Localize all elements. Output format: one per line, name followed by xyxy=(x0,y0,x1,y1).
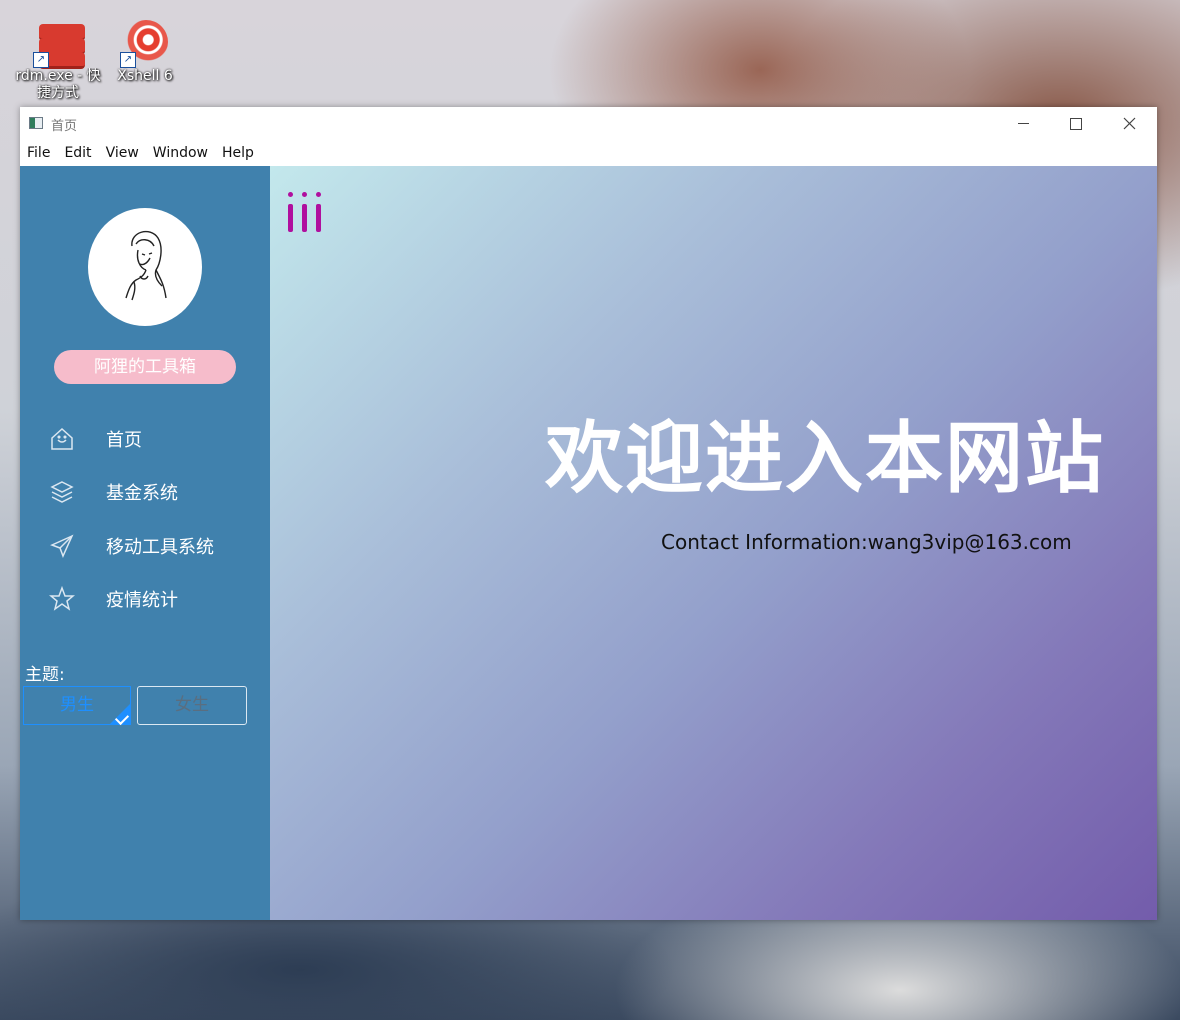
menu-window[interactable]: Window xyxy=(146,140,215,166)
window-title: 首页 xyxy=(51,119,78,134)
home-icon xyxy=(48,425,76,453)
menu-bar: File Edit View Window Help xyxy=(20,140,1157,166)
sidebar-item-label: 首页 xyxy=(106,430,142,451)
window-content: 阿狸的工具箱 首页 基金系统 移动工具系统 疫情统计 主题: 男生 女生 欢迎进… xyxy=(20,166,1157,920)
avatar[interactable] xyxy=(88,208,202,326)
sidebar-item-label: 基金系统 xyxy=(106,483,178,504)
desktop-icon-rdm[interactable]: ↗ rdm.exe - 快捷方式 xyxy=(13,18,103,102)
theme-label: 主题: xyxy=(25,665,65,685)
sidebar: 阿狸的工具箱 首页 基金系统 移动工具系统 疫情统计 主题: 男生 女生 xyxy=(20,166,270,920)
desktop-icon-label: rdm.exe - 快捷方式 xyxy=(15,68,101,101)
minimize-button[interactable] xyxy=(997,107,1049,140)
app-icon xyxy=(29,117,43,129)
sidebar-item-epidemic[interactable]: 疫情统计 xyxy=(48,581,248,617)
sidebar-item-home[interactable]: 首页 xyxy=(48,421,248,457)
brand-pill[interactable]: 阿狸的工具箱 xyxy=(54,350,236,384)
maximize-button[interactable] xyxy=(1050,107,1102,140)
redis-icon: ↗ xyxy=(31,18,85,69)
main-panel: 欢迎进入本网站 Contact Information:wang3vip@163… xyxy=(270,166,1157,920)
xshell-icon: ↗ xyxy=(118,18,172,68)
welcome-title: 欢迎进入本网站 xyxy=(544,414,1105,504)
contact-info: Contact Information:wang3vip@163.com xyxy=(661,530,1072,554)
title-bar[interactable]: 首页 xyxy=(20,107,1157,140)
close-icon xyxy=(1123,117,1135,130)
menu-view[interactable]: View xyxy=(99,140,146,166)
maximize-icon xyxy=(1070,117,1082,130)
desktop-icon-xshell[interactable]: ↗ Xshell 6 xyxy=(100,18,190,84)
menu-toggle-icon[interactable] xyxy=(287,190,327,236)
sidebar-item-label: 疫情统计 xyxy=(106,590,178,611)
theme-option-label: 男生 xyxy=(60,695,94,715)
sidebar-item-label: 移动工具系统 xyxy=(106,537,214,558)
star-icon xyxy=(48,585,76,613)
close-button[interactable] xyxy=(1103,107,1155,140)
layers-icon xyxy=(48,478,76,506)
minimize-icon xyxy=(1017,123,1029,124)
shortcut-arrow-icon: ↗ xyxy=(120,52,136,68)
theme-option-girl[interactable]: 女生 xyxy=(137,686,247,725)
desktop-icon-label: Xshell 6 xyxy=(117,68,173,84)
theme-option-label: 女生 xyxy=(175,695,209,715)
menu-file[interactable]: File xyxy=(20,140,57,166)
sidebar-item-fund[interactable]: 基金系统 xyxy=(48,474,248,510)
girl-avatar-icon xyxy=(125,230,167,301)
theme-option-boy[interactable]: 男生 xyxy=(23,686,131,726)
send-icon xyxy=(48,532,76,560)
sidebar-item-mobile-tools[interactable]: 移动工具系统 xyxy=(48,528,248,564)
menu-edit[interactable]: Edit xyxy=(57,140,98,166)
shortcut-arrow-icon: ↗ xyxy=(33,52,49,68)
app-window: 首页 File Edit View Window Help 阿狸的工具箱 首页 … xyxy=(20,107,1157,920)
menu-help[interactable]: Help xyxy=(215,140,261,166)
